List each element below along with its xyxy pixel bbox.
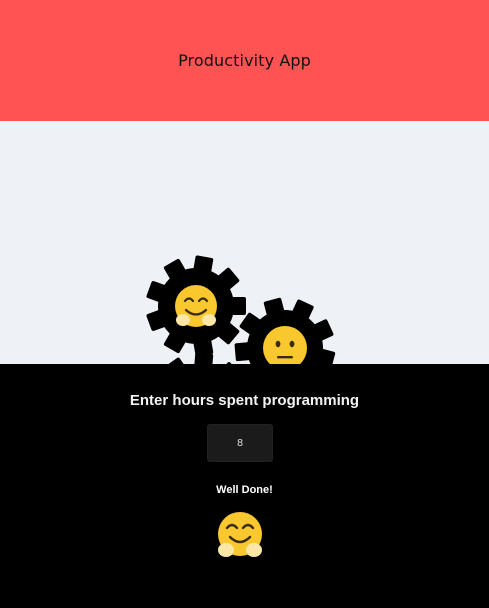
hours-prompt-label: Enter hours spent programming [129,392,360,409]
hugging-face-icon [175,285,217,327]
hero-illustration [0,121,489,364]
hugging-face-icon [218,512,262,557]
input-panel: Enter hours spent programming Well Done! [0,364,489,608]
status-message: Well Done! [216,484,273,496]
hours-input[interactable] [207,424,273,462]
app-header: Productivity App [0,0,489,121]
app-title: Productivity App [178,51,311,70]
